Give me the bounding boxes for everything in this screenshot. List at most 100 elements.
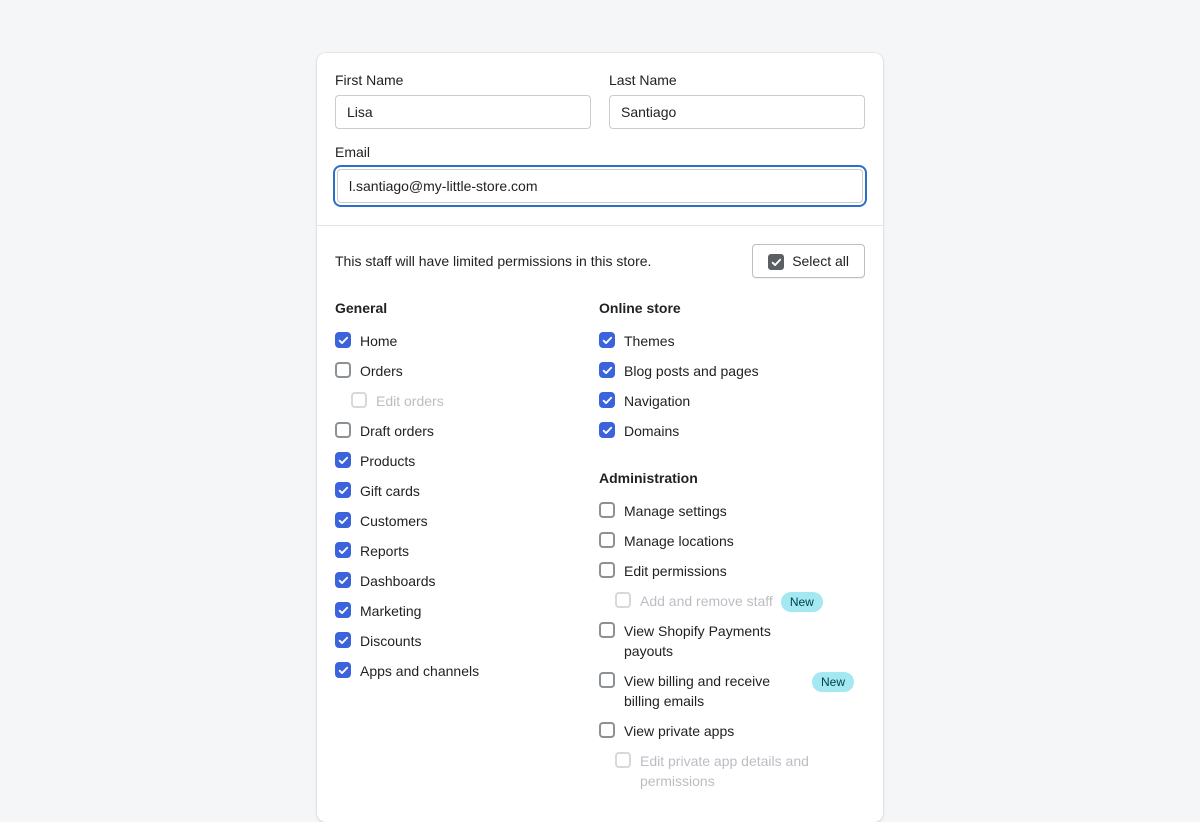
checkbox-unchecked-icon[interactable]	[599, 672, 615, 688]
last-name-input[interactable]: Santiago	[609, 95, 865, 129]
permission-item-themes[interactable]: Themes	[599, 326, 863, 356]
permission-item-manage-settings[interactable]: Manage settings	[599, 496, 863, 526]
checkbox-checked-icon[interactable]	[335, 482, 351, 498]
permission-item-dashboards[interactable]: Dashboards	[335, 566, 599, 596]
checkbox-checked-icon[interactable]	[599, 332, 615, 348]
checkbox-checked-icon[interactable]	[599, 422, 615, 438]
permission-label-wrap: Edit private app details and permissions	[640, 751, 820, 791]
checkbox-unchecked-icon[interactable]	[599, 532, 615, 548]
permissions-column-online-store: Online store Themes Blog posts and pages Na…	[599, 298, 863, 796]
permission-label-wrap: Domains	[624, 421, 679, 441]
permission-label-wrap: Navigation	[624, 391, 690, 411]
checkbox-checked-icon[interactable]	[335, 512, 351, 528]
checkbox-unchecked-icon[interactable]	[599, 502, 615, 518]
page-background: First Name Lisa Last Name Santiago Email…	[0, 0, 1200, 822]
permission-label-wrap: Products	[360, 451, 415, 471]
email-field-group: Email l.santiago@my-little-store.com	[335, 143, 865, 205]
checkbox-unchecked-icon[interactable]	[335, 422, 351, 438]
permission-label: View Shopify Payments payouts	[624, 623, 771, 659]
permission-label-wrap: View billing and receive billing emails N…	[624, 671, 855, 711]
checkbox-checked-icon[interactable]	[335, 602, 351, 618]
permission-label-wrap: Reports	[360, 541, 409, 561]
permission-label: Reports	[360, 543, 410, 559]
checkbox-checked-icon[interactable]	[335, 452, 351, 468]
permission-item-home[interactable]: Home	[335, 326, 599, 356]
permission-label-wrap: Manage settings	[624, 501, 727, 521]
checkbox-checked-icon[interactable]	[335, 632, 351, 648]
checkbox-checked-icon[interactable]	[335, 572, 351, 588]
permission-label: Manage locations	[624, 533, 734, 549]
permission-item-marketing[interactable]: Marketing	[335, 596, 599, 626]
permission-item-orders[interactable]: Orders	[335, 356, 599, 386]
checkbox-checked-icon[interactable]	[599, 392, 615, 408]
last-name-field-group: Last Name Santiago	[609, 71, 865, 129]
permission-item-reports[interactable]: Reports	[335, 536, 599, 566]
permission-label: Orders	[360, 363, 403, 379]
permission-item-manage-locations[interactable]: Manage locations	[599, 526, 863, 556]
first-name-input[interactable]: Lisa	[335, 95, 591, 129]
last-name-label: Last Name	[609, 72, 677, 88]
permission-label-wrap: Manage locations	[624, 531, 734, 551]
permission-label-wrap: Apps and channels	[360, 661, 479, 681]
permission-label: Add and remove staff	[640, 593, 773, 609]
checkbox-unchecked-icon[interactable]	[599, 562, 615, 578]
checkbox-checked-icon[interactable]	[599, 362, 615, 378]
permission-item-gift-cards[interactable]: Gift cards	[335, 476, 599, 506]
permission-label-wrap: Marketing	[360, 601, 421, 621]
first-name-field-group: First Name Lisa	[335, 71, 591, 129]
checkbox-unchecked-icon[interactable]	[335, 362, 351, 378]
name-fields-row: First Name Lisa Last Name Santiago	[335, 71, 865, 129]
permission-label: Blog posts and pages	[624, 363, 759, 379]
checkbox-unchecked-icon	[351, 392, 367, 408]
permission-label: Dashboards	[360, 573, 436, 589]
permission-label-wrap: Gift cards	[360, 481, 420, 501]
permission-label: View private apps	[624, 723, 735, 739]
permission-label: View billing and receive billing emails	[624, 673, 771, 709]
permission-item-customers[interactable]: Customers	[335, 506, 599, 536]
permission-item-view-billing-and-receive-billing-emails[interactable]: View billing and receive billing emails N…	[599, 666, 863, 716]
permissions-description: This staff will have limited permissions…	[335, 253, 652, 269]
permission-item-view-shopify-payments-payouts[interactable]: View Shopify Payments payouts	[599, 616, 863, 666]
permission-label: Edit orders	[376, 393, 444, 409]
permission-label: Home	[360, 333, 398, 349]
permission-label-wrap: Discounts	[360, 631, 421, 651]
permission-label-wrap: Home	[360, 331, 397, 351]
checkbox-checked-icon[interactable]	[335, 332, 351, 348]
permission-item-products[interactable]: Products	[335, 446, 599, 476]
checkbox-checked-icon[interactable]	[335, 662, 351, 678]
permissions-column-general: General Home Orders Edit orders Draft orders…	[335, 298, 599, 796]
checkbox-checked-icon[interactable]	[335, 542, 351, 558]
permission-item-apps-and-channels[interactable]: Apps and channels	[335, 656, 599, 686]
staff-details-form: First Name Lisa Last Name Santiago Email…	[317, 53, 883, 225]
permission-item-view-private-apps[interactable]: View private apps	[599, 716, 863, 746]
permission-item-navigation[interactable]: Navigation	[599, 386, 863, 416]
permission-item-edit-permissions[interactable]: Edit permissions	[599, 556, 863, 586]
permission-label: Discounts	[360, 633, 422, 649]
email-input[interactable]: l.santiago@my-little-store.com	[337, 169, 863, 203]
select-all-button[interactable]: Select all	[752, 244, 865, 278]
permission-label: Manage settings	[624, 503, 727, 519]
permission-item-edit-private-app-details-and-permissions: Edit private app details and permissions	[599, 746, 863, 796]
permission-item-add-and-remove-staff: Add and remove staff New	[599, 586, 863, 616]
permission-label-wrap: Blog posts and pages	[624, 361, 759, 381]
permission-label-wrap: Customers	[360, 511, 428, 531]
select-all-label: Select all	[792, 253, 849, 269]
new-badge: New	[780, 592, 823, 612]
permissions-header: This staff will have limited permissions…	[335, 244, 865, 278]
new-badge: New	[812, 672, 855, 692]
permission-label-wrap: Edit permissions	[624, 561, 727, 581]
checkbox-unchecked-icon[interactable]	[599, 722, 615, 738]
permission-label-wrap: View private apps	[624, 721, 734, 741]
permission-item-domains[interactable]: Domains	[599, 416, 863, 446]
permission-label: Draft orders	[360, 423, 434, 439]
permission-label: Edit private app details and permissions	[640, 753, 809, 789]
permission-item-draft-orders[interactable]: Draft orders	[335, 416, 599, 446]
permission-label-wrap: Edit orders	[376, 391, 444, 411]
permission-label-wrap: Themes	[624, 331, 675, 351]
first-name-label: First Name	[335, 72, 404, 88]
permission-item-discounts[interactable]: Discounts	[335, 626, 599, 656]
permission-item-blog-posts-and-pages[interactable]: Blog posts and pages	[599, 356, 863, 386]
checkbox-unchecked-icon[interactable]	[599, 622, 615, 638]
permission-label: Themes	[624, 333, 675, 349]
permission-label: Apps and channels	[360, 663, 480, 679]
